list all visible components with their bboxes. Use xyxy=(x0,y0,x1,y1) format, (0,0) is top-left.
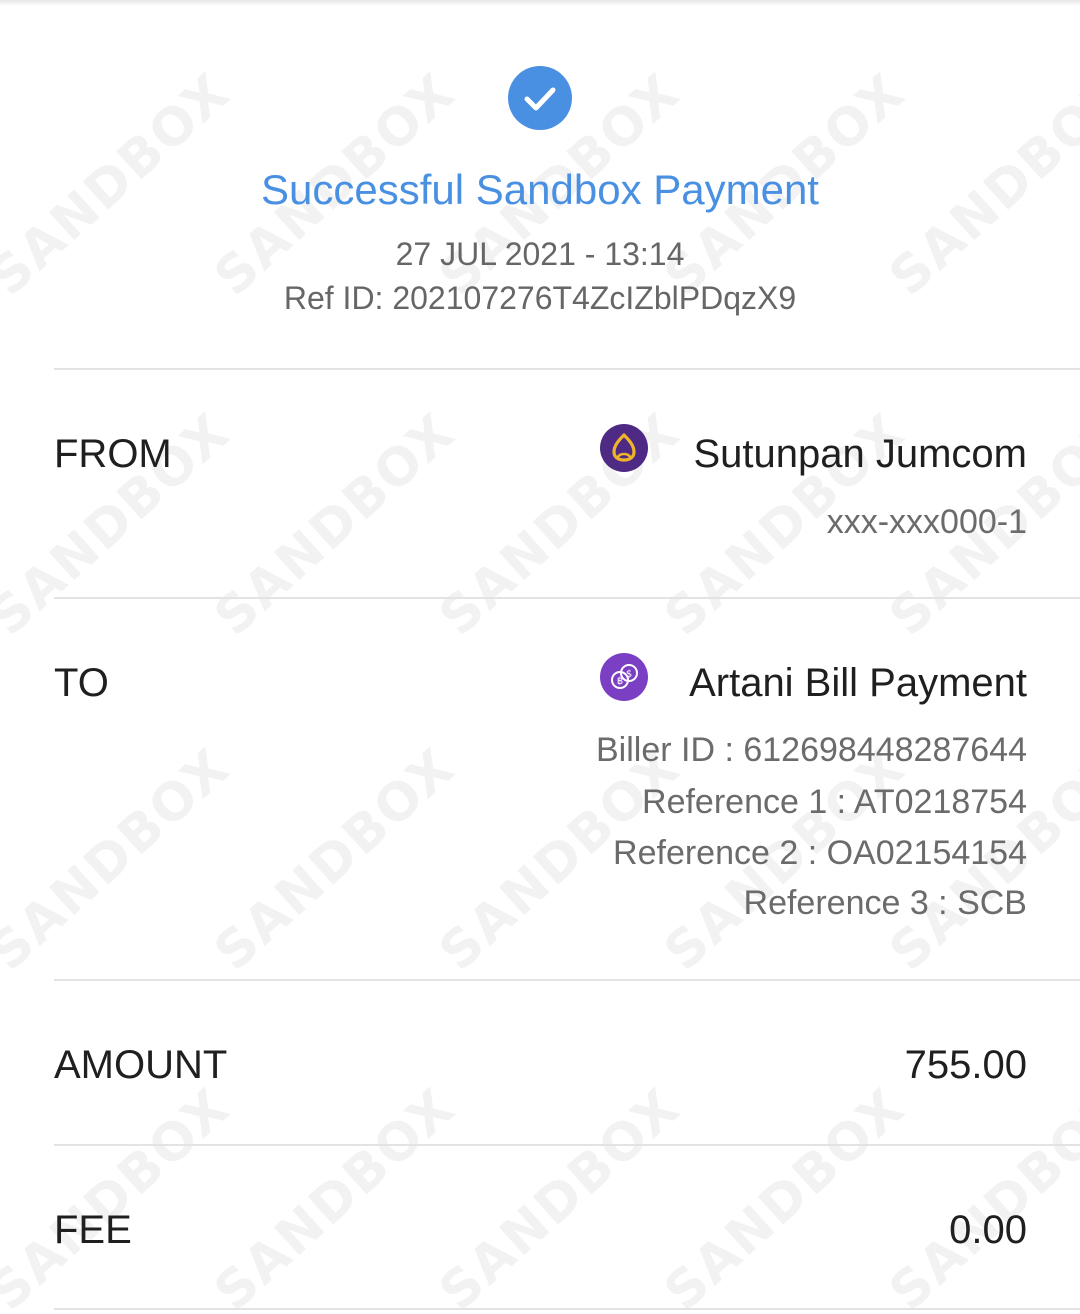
divider xyxy=(54,368,1080,370)
sandbox-watermark: SANDBOX xyxy=(428,1077,692,1314)
success-check-icon xyxy=(508,66,572,130)
fee-label: FEE xyxy=(54,1208,132,1252)
sandbox-watermark: SANDBOX xyxy=(878,1077,1080,1314)
sandbox-watermark: SANDBOX xyxy=(203,1077,467,1314)
amount-value: 755.00 xyxy=(904,1043,1027,1087)
sender-account: xxx-xxx000-1 xyxy=(826,503,1027,541)
sandbox-watermark: SANDBOX xyxy=(203,402,467,648)
reference-1: Reference 1 : AT0218754 xyxy=(642,783,1027,821)
bill-payment-icon: $ ฿ xyxy=(600,653,648,701)
status-title: Successful Sandbox Payment xyxy=(261,166,819,213)
divider xyxy=(54,1308,1080,1310)
transaction-datetime: 27 JUL 2021 - 13:14 xyxy=(395,236,685,272)
recipient-name: Artani Bill Payment xyxy=(689,661,1027,705)
svg-text:฿: ฿ xyxy=(617,676,623,687)
reference-id: Ref ID: 202107276T4ZcIZblPDqzX9 xyxy=(283,280,797,316)
divider xyxy=(54,597,1080,599)
sandbox-watermark: SANDBOX xyxy=(0,737,242,983)
divider xyxy=(54,1144,1080,1146)
biller-id: Biller ID : 612698448287644 xyxy=(596,731,1027,769)
sandbox-watermark: SANDBOX xyxy=(0,1077,242,1314)
reference-2: Reference 2 : OA02154154 xyxy=(613,834,1027,872)
svg-text:$: $ xyxy=(626,669,632,680)
sandbox-watermark: SANDBOX xyxy=(428,402,692,648)
sandbox-watermark: SANDBOX xyxy=(203,737,467,983)
amount-label: AMOUNT xyxy=(54,1043,228,1087)
reference-3: Reference 3 : SCB xyxy=(743,884,1027,922)
to-label: TO xyxy=(54,661,109,705)
from-label: FROM xyxy=(54,432,172,476)
sender-name: Sutunpan Jumcom xyxy=(693,432,1027,476)
scb-bank-icon xyxy=(600,424,648,472)
fee-value: 0.00 xyxy=(949,1208,1027,1252)
top-shadow xyxy=(0,0,1080,6)
sandbox-watermark: SANDBOX xyxy=(653,1077,917,1314)
divider xyxy=(54,979,1080,981)
